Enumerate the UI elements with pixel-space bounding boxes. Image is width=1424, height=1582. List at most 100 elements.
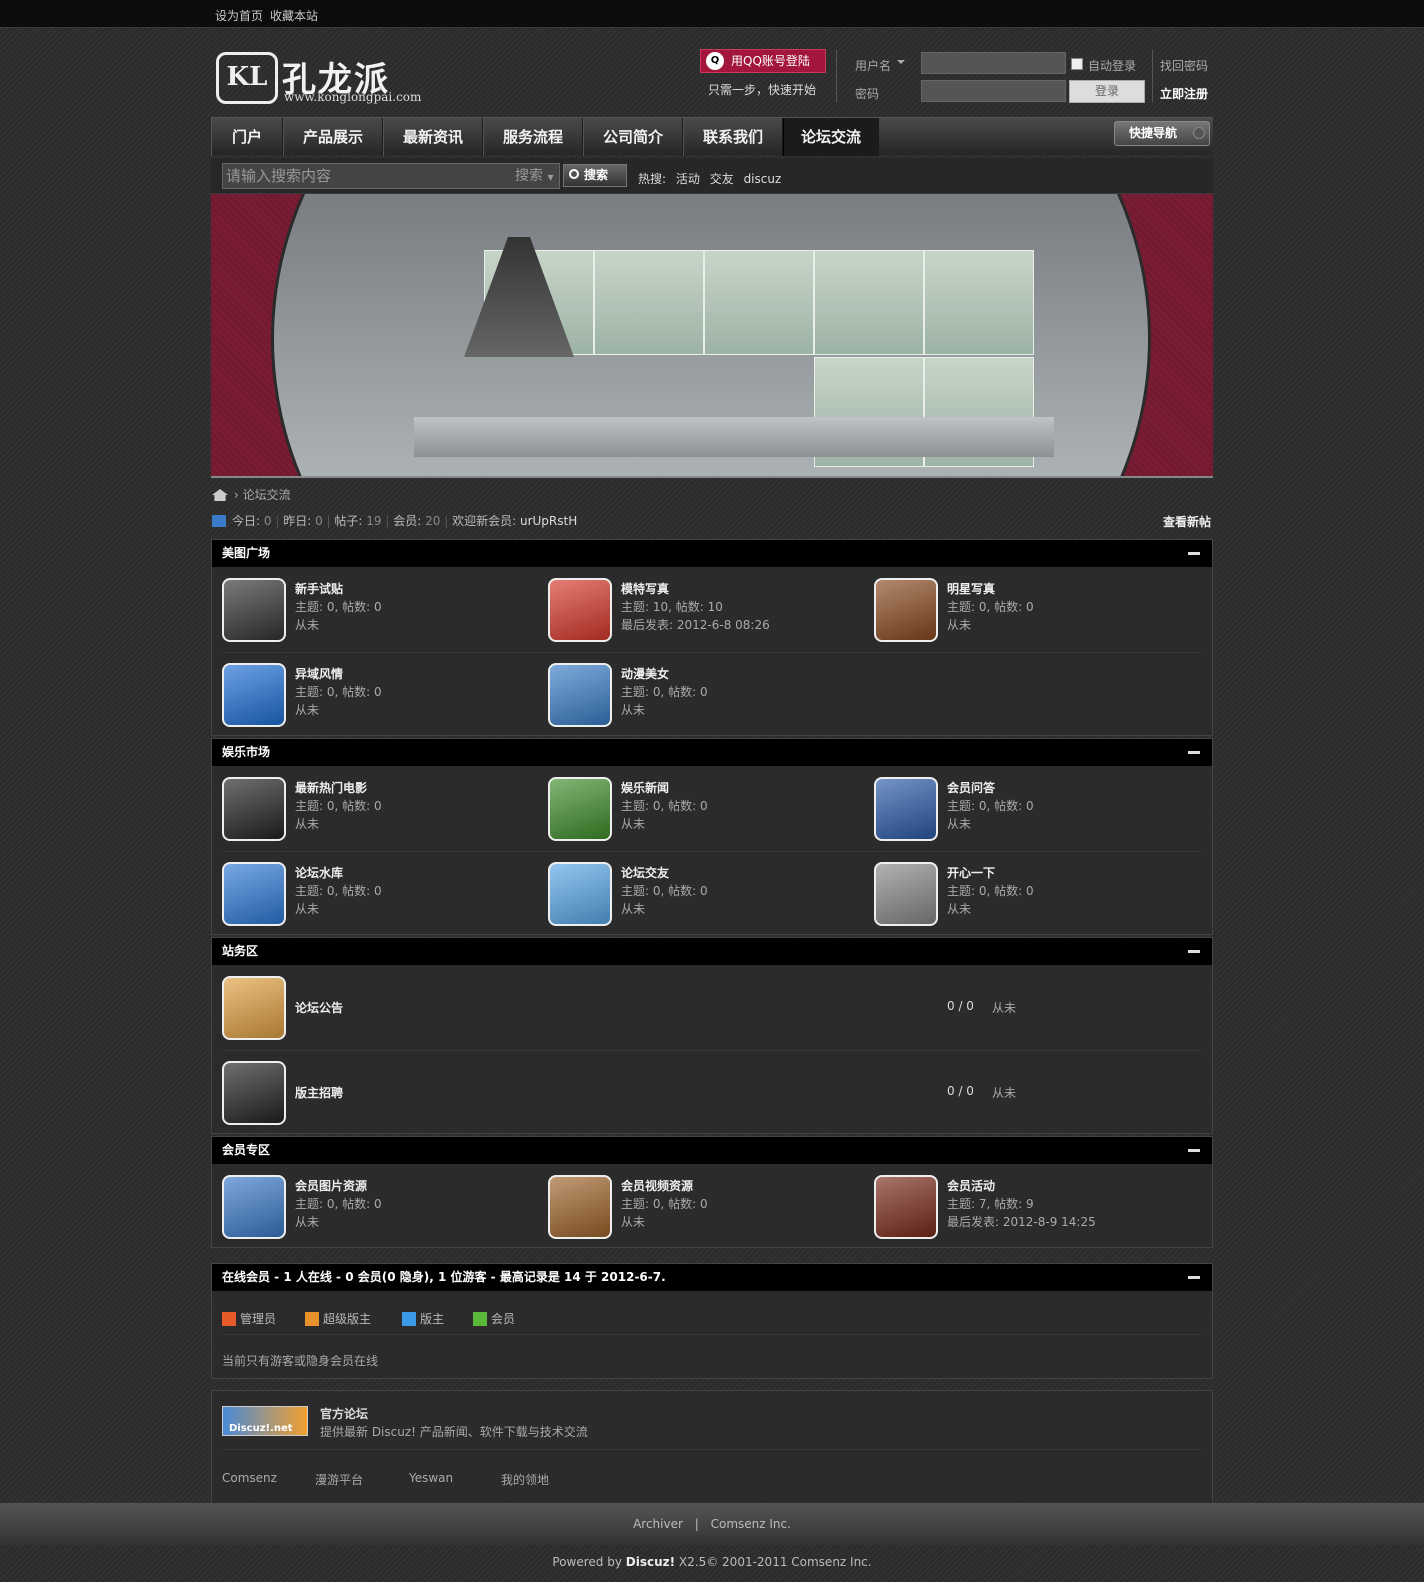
forum-icon — [222, 1061, 286, 1125]
chevron-down-icon[interactable] — [897, 60, 905, 68]
forum-item[interactable]: 动漫美女 主题: 0, 帖数: 0 从未 — [538, 653, 864, 737]
nav-item-contact[interactable]: 联系我们 — [683, 118, 783, 156]
discuz-link[interactable]: Discuz! — [626, 1555, 675, 1569]
forum-icon — [222, 578, 286, 642]
search-type-label: 搜索 — [515, 168, 543, 184]
breadcrumb-current[interactable]: 论坛交流 — [243, 488, 291, 502]
nav-item-news[interactable]: 最新资讯 — [383, 118, 483, 156]
forum-item[interactable]: 娱乐新闻 主题: 0, 帖数: 0 从未 — [538, 767, 864, 851]
forgot-password-link[interactable]: 找回密码 — [1160, 57, 1208, 74]
link-item[interactable]: 漫游平台 — [315, 1471, 363, 1488]
link-item[interactable]: 我的领地 — [501, 1471, 549, 1488]
member-icon — [473, 1312, 487, 1326]
discuz-logo[interactable]: Discuz!.net — [222, 1406, 308, 1436]
home-icon[interactable] — [212, 489, 228, 501]
forum-icon — [222, 663, 286, 727]
forum-item[interactable]: 论坛公告 0 / 0 从未 — [212, 966, 1212, 1050]
forum-item[interactable]: 异域风情 主题: 0, 帖数: 0 从未 — [212, 653, 538, 737]
legend-super-mod: 超级版主 — [305, 1310, 371, 1327]
legend-member: 会员 — [473, 1310, 515, 1327]
forum-icon — [874, 578, 938, 642]
bookmark-link[interactable]: 收藏本站 — [270, 7, 318, 24]
forum-icon — [548, 777, 612, 841]
hot-item[interactable]: 交友 — [710, 172, 734, 186]
view-new-posts-link[interactable]: 查看新帖 — [1163, 513, 1211, 530]
section-title: 娱乐市场 — [222, 745, 271, 759]
footer-bar: Archiver | Comsenz Inc. — [0, 1503, 1424, 1545]
forum-icon — [222, 976, 286, 1040]
search-type-select[interactable]: 搜索 ▼ — [515, 163, 560, 189]
username-label: 用户名 — [855, 59, 892, 73]
forum-icon — [222, 1175, 286, 1239]
forum-item[interactable]: 最新热门电影 主题: 0, 帖数: 0 从未 — [212, 767, 538, 851]
link-item[interactable]: Comsenz — [222, 1471, 277, 1485]
forum-item[interactable]: 论坛水库 主题: 0, 帖数: 0 从未 — [212, 852, 538, 936]
kitchen-photo — [271, 194, 1151, 476]
nav-item-portal[interactable]: 门户 — [211, 118, 283, 156]
hot-item[interactable]: 活动 — [676, 172, 700, 186]
quick-nav-button[interactable]: 快捷导航 — [1114, 121, 1210, 146]
online-note: 当前只有游客或隐身会员在线 — [222, 1354, 379, 1368]
qq-login-label: 用QQ账号登陆 — [731, 54, 810, 68]
forum-icon — [548, 862, 612, 926]
nav-item-products[interactable]: 产品展示 — [283, 118, 383, 156]
forum-icon — [548, 663, 612, 727]
username-input[interactable] — [921, 52, 1066, 74]
collapse-icon[interactable] — [1188, 1149, 1200, 1152]
forum-item[interactable]: 会员活动 主题: 7, 帖数: 9 最后发表: 2012-8-9 14:25 — [864, 1165, 1190, 1249]
auto-login-checkbox[interactable] — [1071, 58, 1083, 70]
nav-item-service[interactable]: 服务流程 — [483, 118, 583, 156]
search-input[interactable]: 请输入搜索内容 — [222, 163, 560, 189]
nav-item-about[interactable]: 公司简介 — [583, 118, 683, 156]
nav-item-forum[interactable]: 论坛交流 — [783, 118, 879, 156]
forum-item[interactable]: 版主招聘 0 / 0 从未 — [212, 1051, 1212, 1135]
official-forum-desc: 提供最新 Discuz! 产品新闻、软件下载与技术交流 — [320, 1425, 588, 1439]
section-gallery: 美图广场 新手试贴 主题: 0, 帖数: 0 从未 模特写真 主题: 10, 帖数: … — [211, 539, 1213, 736]
auto-login-label: 自动登录 — [1088, 59, 1137, 73]
forum-item[interactable]: 模特写真 主题: 10, 帖数: 10 最后发表: 2012-6-8 08:26 — [538, 568, 864, 652]
site-logo[interactable]: KL 孔龙派 www.konglongpai.com — [216, 52, 446, 108]
section-title: 站务区 — [222, 944, 259, 958]
section-title: 美图广场 — [222, 546, 271, 560]
forum-icon — [874, 862, 938, 926]
admin-icon — [222, 1312, 236, 1326]
collapse-icon[interactable] — [1188, 552, 1200, 555]
logo-mark: KL — [216, 52, 278, 104]
top-bar: 设为首页 收藏本站 — [0, 0, 1424, 28]
collapse-icon[interactable] — [1188, 1276, 1200, 1279]
collapse-icon[interactable] — [1188, 950, 1200, 953]
chevron-down-icon — [1193, 127, 1205, 139]
divider — [1152, 50, 1153, 102]
register-link[interactable]: 立即注册 — [1160, 85, 1208, 102]
newest-member-link[interactable]: urUpRstH — [520, 514, 577, 528]
forum-item[interactable]: 会员视频资源 主题: 0, 帖数: 0 从未 — [538, 1165, 864, 1249]
login-button[interactable]: 登录 — [1069, 80, 1145, 103]
hot-item[interactable]: discuz — [744, 172, 782, 186]
forum-item[interactable]: 会员问答 主题: 0, 帖数: 0 从未 — [864, 767, 1190, 851]
company-link[interactable]: Comsenz Inc. — [711, 1517, 791, 1531]
forum-item[interactable]: 开心一下 主题: 0, 帖数: 0 从未 — [864, 852, 1190, 936]
official-forum-link[interactable]: 官方论坛 — [320, 1405, 368, 1422]
banner-image — [211, 194, 1213, 478]
forum-item[interactable]: 会员图片资源 主题: 0, 帖数: 0 从未 — [212, 1165, 538, 1249]
forum-item[interactable]: 新手试贴 主题: 0, 帖数: 0 从未 — [212, 568, 538, 652]
powered-by: Powered by Discuz! X2.5© 2001-2011 Comse… — [552, 1555, 872, 1569]
forum-item[interactable]: 明星写真 主题: 0, 帖数: 0 从未 — [864, 568, 1190, 652]
qq-login-button[interactable]: Q 用QQ账号登陆 — [700, 49, 826, 73]
collapse-icon[interactable] — [1188, 751, 1200, 754]
chart-icon — [212, 515, 226, 527]
link-item[interactable]: Yeswan — [409, 1471, 453, 1485]
archiver-link[interactable]: Archiver — [633, 1517, 683, 1531]
hot-searches: 热搜: 活动 交友 discuz — [638, 170, 781, 187]
forum-stats: 今日: 0 | 昨日: 0 | 帖子: 19 | 会员: 20 | 欢迎新会员:… — [212, 512, 577, 529]
super-moderator-icon — [305, 1312, 319, 1326]
section-entertainment: 娱乐市场 最新热门电影 主题: 0, 帖数: 0 从未 娱乐新闻 主题: 0, 帖数:… — [211, 738, 1213, 935]
set-homepage-link[interactable]: 设为首页 — [215, 7, 263, 24]
search-button[interactable]: 搜索 — [563, 164, 627, 187]
online-title: 在线会员 - 1 人在线 - 0 会员(0 隐身), 1 位游客 - 最高记录是… — [222, 1270, 666, 1284]
password-input[interactable] — [921, 80, 1066, 102]
forum-icon — [222, 777, 286, 841]
search-button-label: 搜索 — [584, 168, 609, 182]
legend-mod: 版主 — [402, 1310, 444, 1327]
forum-item[interactable]: 论坛交友 主题: 0, 帖数: 0 从未 — [538, 852, 864, 936]
